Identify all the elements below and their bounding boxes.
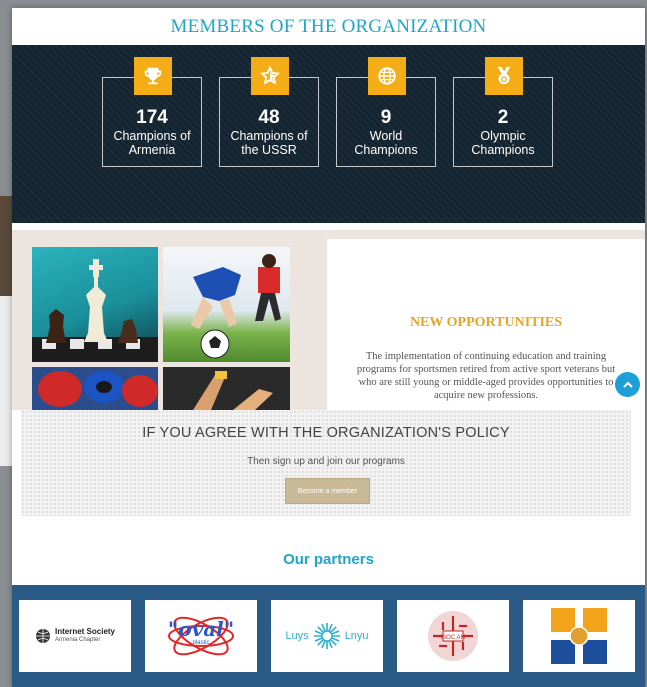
trophy-icon [134, 57, 172, 95]
stats-section: 174 Champions of Armenia 48 Champions of t… [12, 45, 645, 223]
stat-number: 174 [136, 107, 168, 128]
opportunities-title: NEW OPPORTUNITIES [409, 315, 563, 330]
partners-title: Our partners [283, 551, 374, 568]
policy-section: IF YOU AGREE WITH THE ORGANIZATION'S POL… [21, 410, 631, 516]
stat-label: Champions of the USSR [230, 129, 308, 157]
football-photo [163, 247, 290, 362]
stat-label: Olympic Champions [471, 129, 535, 157]
stat-olympic-champions: 2 Olympic Champions [453, 57, 553, 167]
stat-label: World Champions [354, 129, 418, 157]
partner-logo-isoc-am[interactable]: ISOC AM [397, 600, 509, 672]
partners-section: Internet Society Armenia Chapter "oval" … [12, 585, 645, 687]
page: MEMBERS OF THE ORGANIZATION 174 Champion… [12, 8, 645, 687]
opportunities-card: NEW OPPORTUNITIES The implementation of … [327, 239, 645, 410]
stat-champions-armenia: 174 Champions of Armenia [102, 57, 202, 167]
athlete-photo [163, 367, 290, 410]
stat-label: Champions of Armenia [113, 129, 191, 157]
partner-logo-oval-plastic[interactable]: "oval" plastic [145, 600, 257, 672]
chess-photo [32, 247, 158, 362]
logo-text-left: Luys [285, 630, 309, 642]
isoc-am-emblem-icon: ISOC AM [428, 611, 478, 661]
logo-text-sub: Armenia Chapter [54, 637, 101, 643]
boxing-photo [32, 367, 158, 410]
medal-icon [485, 57, 523, 95]
background-photo-edge [0, 196, 12, 296]
star-icon [251, 57, 289, 95]
partner-logo-cross-emblem[interactable] [523, 600, 635, 672]
scroll-to-top-button[interactable] [615, 372, 640, 397]
logo-text-main: "oval" [167, 617, 235, 641]
cross-emblem-icon [551, 608, 607, 664]
logo-text-right: Lnyu [344, 630, 369, 642]
policy-subtitle: Then sign up and join our programs [247, 456, 405, 467]
logo-text: ISOC AM [440, 635, 465, 641]
opportunities-section: NEW OPPORTUNITIES The implementation of … [12, 230, 645, 410]
policy-title: IF YOU AGREE WITH THE ORGANIZATION'S POL… [142, 425, 510, 441]
isoc-globe-icon [35, 629, 50, 643]
stat-champions-ussr: 48 Champions of the USSR [219, 57, 319, 167]
chevron-up-icon [622, 381, 633, 388]
stat-number: 9 [380, 107, 392, 128]
partner-logo-luys[interactable]: Luys Lnyu [271, 600, 383, 672]
partner-logo-internet-society[interactable]: Internet Society Armenia Chapter [19, 600, 131, 672]
globe-icon [368, 57, 406, 95]
opportunities-body: The implementation of continuing educati… [356, 351, 616, 401]
stat-number: 48 [258, 107, 280, 128]
photo-collage [32, 247, 290, 410]
stat-number: 2 [497, 107, 509, 128]
stat-world-champions: 9 World Champions [336, 57, 436, 167]
background-edge [0, 296, 12, 466]
sun-burst-icon [313, 623, 340, 649]
members-title: MEMBERS OF THE ORGANIZATION [170, 16, 487, 37]
logo-text-main: Internet Society [54, 627, 115, 636]
become-member-button[interactable]: Become a member [285, 478, 370, 504]
